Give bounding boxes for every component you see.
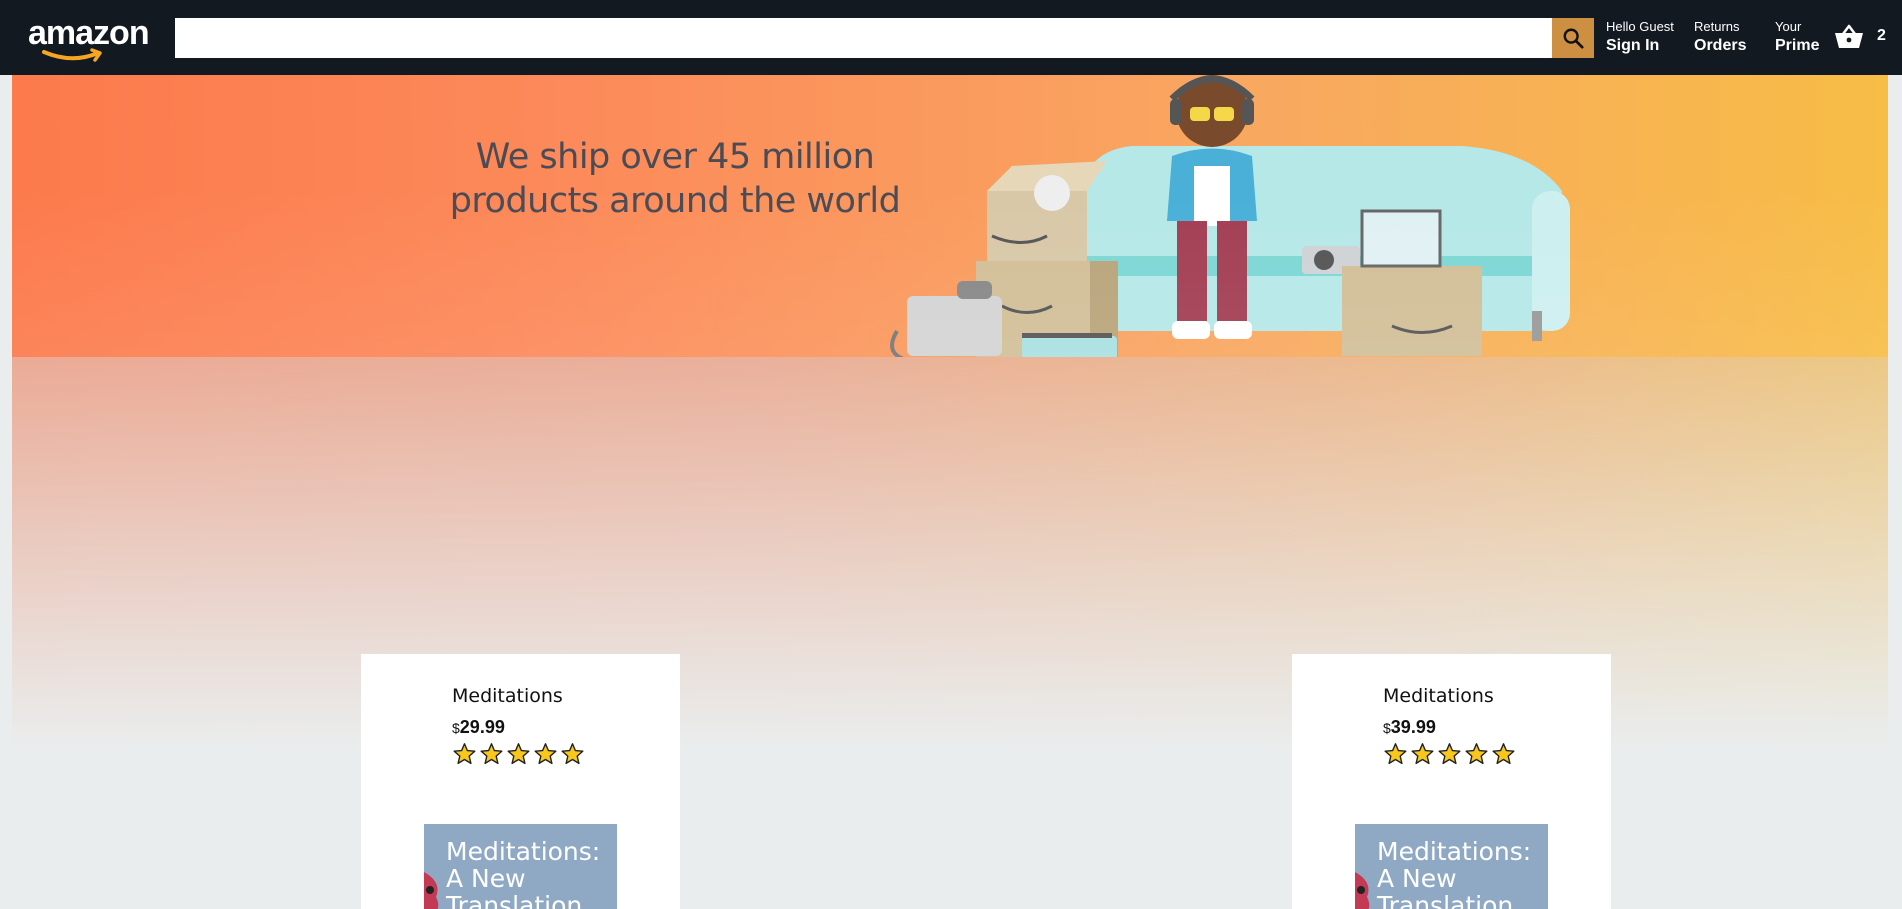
smile-arrow-icon <box>42 48 102 62</box>
basket-icon <box>1835 24 1863 48</box>
nav-orders-label: Orders <box>1694 37 1747 54</box>
nav-sign-in[interactable]: Hello Guest Sign In <box>1606 19 1674 57</box>
amazon-logo[interactable]: amazon <box>28 16 150 66</box>
star-icon <box>1411 743 1434 765</box>
star-icon <box>1384 743 1407 765</box>
star-icon <box>480 743 503 765</box>
star-icon <box>1465 743 1488 765</box>
price-currency: $ <box>1383 720 1391 736</box>
hero-headline-line-1: We ship over 45 million <box>475 137 875 177</box>
nav-returns-label: Returns <box>1694 19 1740 34</box>
price-currency: $ <box>452 720 460 736</box>
top-navbar: amazon Hello Guest Sign In Returns Order… <box>0 0 1902 75</box>
search-input[interactable] <box>175 18 1552 58</box>
nav-prime[interactable]: Your Prime <box>1775 19 1819 57</box>
product-card: Meditations $29.99 Meditations: A New Tr… <box>361 654 680 909</box>
star-icon <box>561 743 584 765</box>
nav-prime-label: Prime <box>1775 37 1820 54</box>
nav-orders[interactable]: Returns Orders <box>1694 19 1746 57</box>
shopping-illustration <box>890 75 1570 361</box>
star-icon <box>534 743 557 765</box>
basket-button[interactable]: 2 <box>1834 18 1886 54</box>
book-cover-art <box>1355 872 1370 909</box>
nav-sign-in-label: Sign In <box>1606 37 1660 54</box>
nav-greeting: Hello Guest <box>1606 19 1674 34</box>
nav-your-label: Your <box>1775 19 1802 34</box>
product-title: Meditations <box>452 685 563 707</box>
star-icon <box>453 743 476 765</box>
search-bar <box>175 18 1594 58</box>
star-icon <box>1438 743 1461 765</box>
product-price: $39.99 <box>1383 717 1516 738</box>
product-image[interactable]: Meditations: A New Translation <box>424 824 617 909</box>
book-cover-text: Meditations: A New Translation <box>446 837 601 909</box>
logo-text: amazon <box>28 14 150 52</box>
star-icon <box>507 743 530 765</box>
product-info: Meditations $29.99 <box>452 684 585 766</box>
product-price: $29.99 <box>452 717 585 738</box>
price-value: 39.99 <box>1390 717 1436 737</box>
hero-headline: We ship over 45 million products around … <box>440 135 910 223</box>
book-cover-art <box>424 872 439 909</box>
product-title: Meditations <box>1383 685 1494 707</box>
product-image[interactable]: Meditations: A New Translation <box>1355 824 1548 909</box>
product-rating <box>452 742 585 766</box>
book-cover-text: Meditations: A New Translation <box>1377 837 1532 909</box>
hero-headline-line-2: products around the world <box>449 181 901 221</box>
basket-count: 2 <box>1877 27 1886 44</box>
hero-banner-image: We ship over 45 million products around … <box>12 75 1888 361</box>
search-icon <box>1563 28 1584 49</box>
product-card: Meditations $39.99 Meditations: A New Tr… <box>1292 654 1611 909</box>
product-rating <box>1383 742 1516 766</box>
product-info: Meditations $39.99 <box>1383 684 1516 766</box>
star-icon <box>1492 743 1515 765</box>
price-value: 29.99 <box>459 717 505 737</box>
search-button[interactable] <box>1552 18 1594 58</box>
